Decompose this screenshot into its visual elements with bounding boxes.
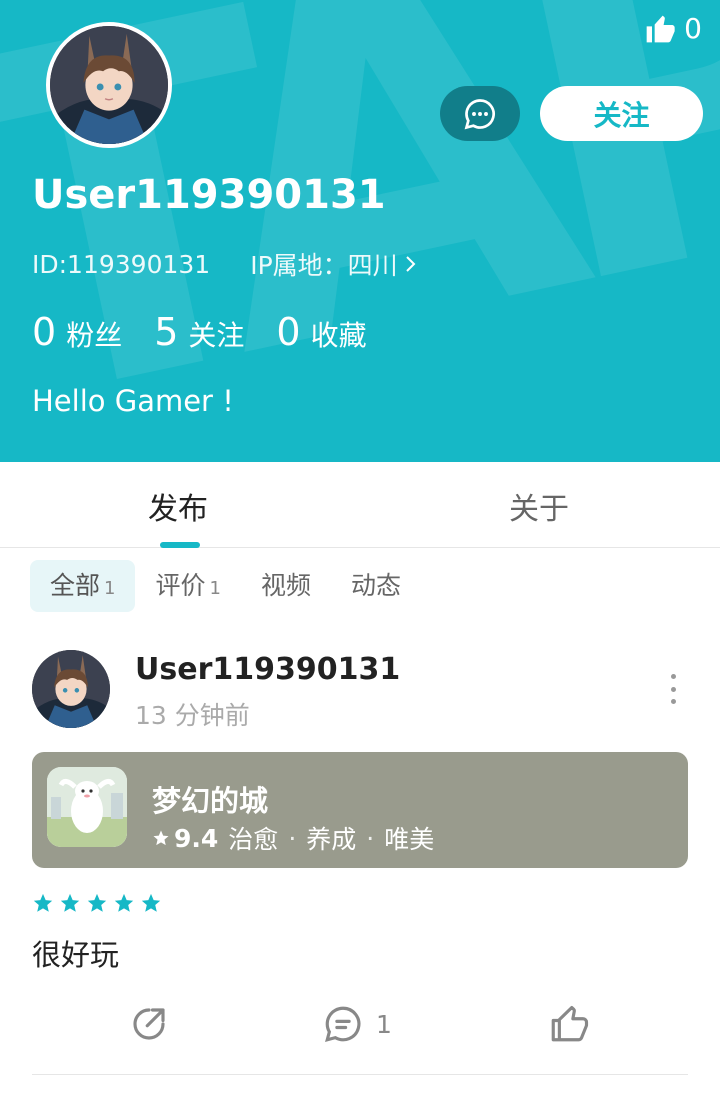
game-score: 9.4: [152, 824, 218, 853]
filter-label: 动态: [350, 571, 401, 600]
post-author-name[interactable]: User119390131: [135, 652, 400, 687]
like-button[interactable]: [548, 1000, 590, 1048]
share-button[interactable]: [128, 1000, 170, 1048]
more-dot: [670, 674, 676, 679]
filter-label: 视频: [260, 571, 311, 600]
more-dot: [670, 699, 676, 704]
profile-like-count: 0: [684, 12, 702, 45]
star-icon: [60, 893, 80, 912]
avatar-image: [32, 650, 110, 728]
active-tab-indicator: [160, 542, 200, 548]
comment-count: 1: [376, 1009, 392, 1039]
post-actions: 1: [0, 1000, 720, 1048]
content-filters: 全部 1 评价 1 视频 动态: [30, 560, 421, 612]
stat-label: 收藏: [310, 319, 367, 352]
profile-header: TAP 0 关注 User119390131 ID:119390131 IP属地…: [0, 0, 720, 462]
game-tag: 养成: [306, 825, 357, 854]
message-button[interactable]: [440, 86, 520, 141]
avatar-image: [50, 26, 168, 144]
stat-value: 0: [276, 310, 301, 354]
favorites-stat[interactable]: 0 收藏: [276, 310, 366, 354]
review-text: 很好玩: [32, 938, 120, 972]
star-icon: [114, 893, 134, 912]
filter-count: 1: [209, 578, 221, 599]
game-card[interactable]: 梦幻的城 9.4 治愈 · 养成 · 唯美: [32, 752, 688, 868]
profile-stats: 0 粉丝 5 关注 0 收藏: [32, 310, 367, 354]
chat-bubble-icon: [464, 98, 495, 129]
review-rating: [32, 892, 162, 914]
star-icon: [141, 893, 161, 912]
filter-label: 全部: [50, 571, 101, 600]
tab-publish[interactable]: 发布: [148, 484, 208, 528]
game-icon-image: [47, 767, 127, 847]
profile-tabs: 发布 关于: [0, 462, 720, 548]
game-score-value: 9.4: [174, 823, 219, 853]
filter-all[interactable]: 全部 1: [30, 560, 136, 612]
stat-value: 5: [154, 310, 179, 354]
star-icon: [87, 893, 107, 912]
ip-location: IP属地：四川: [250, 251, 398, 280]
comment-icon: [325, 1006, 361, 1042]
followers-stat[interactable]: 0 粉丝: [32, 310, 122, 354]
filter-label: 评价: [155, 571, 206, 600]
filter-videos[interactable]: 视频: [241, 560, 331, 612]
more-dot: [670, 686, 676, 692]
filter-reviews[interactable]: 评价 1: [135, 560, 240, 612]
follow-button[interactable]: 关注: [540, 86, 703, 141]
thumbs-up-icon: [646, 15, 675, 42]
chevron-right-icon: [405, 256, 416, 272]
comment-button[interactable]: 1: [322, 1000, 392, 1048]
stat-label: 粉丝: [66, 319, 123, 352]
tag-separator: ·: [288, 823, 297, 853]
game-tag: 治愈: [228, 825, 279, 854]
like-icon: [551, 1005, 589, 1042]
profile-bio: Hello Gamer !: [32, 384, 234, 418]
filter-moments[interactable]: 动态: [331, 560, 421, 612]
post-author-avatar[interactable]: [32, 650, 110, 728]
post-timestamp: 13 分钟前: [135, 701, 250, 730]
more-vertical-icon[interactable]: [662, 674, 684, 704]
game-title: 梦幻的城: [152, 784, 269, 818]
profile-meta: ID:119390131 IP属地：四川: [32, 246, 418, 282]
stat-label: 关注: [188, 319, 245, 352]
tab-about[interactable]: 关于: [509, 484, 569, 528]
avatar[interactable]: [46, 22, 172, 148]
tag-separator: ·: [366, 823, 375, 853]
post-divider: [32, 1074, 688, 1075]
following-stat[interactable]: 5 关注: [154, 310, 244, 354]
ip-location-link[interactable]: IP属地：四川: [250, 246, 417, 282]
profile-username: User119390131: [32, 172, 386, 218]
star-icon: [153, 830, 169, 846]
filter-count: 1: [104, 578, 116, 599]
share-icon: [133, 1008, 165, 1040]
profile-like-counter[interactable]: 0: [644, 12, 702, 45]
game-tag: 唯美: [384, 825, 435, 854]
game-icon: [47, 767, 127, 847]
stat-value: 0: [32, 310, 57, 354]
star-icon: [33, 893, 53, 912]
game-meta: 9.4 治愈 · 养成 · 唯美: [152, 820, 434, 856]
user-id: ID:119390131: [32, 249, 211, 279]
